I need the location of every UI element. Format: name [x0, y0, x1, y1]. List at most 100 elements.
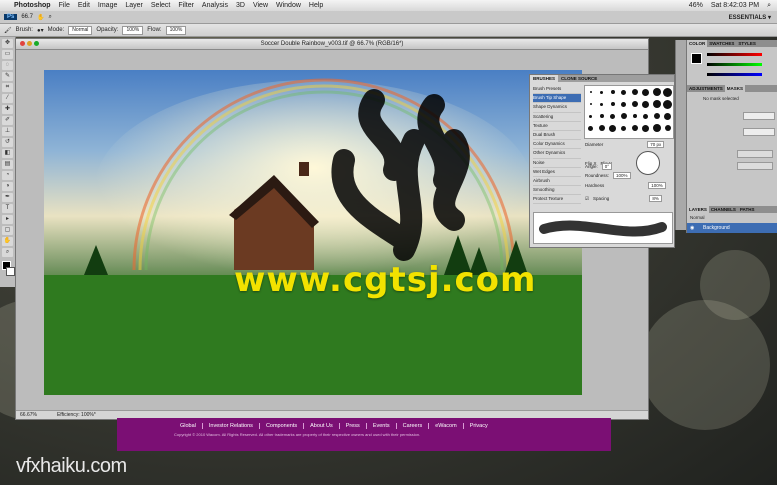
green-slider[interactable] — [707, 63, 762, 66]
flow-field[interactable]: 100% — [165, 25, 187, 35]
roundness-field[interactable]: 100% — [613, 172, 631, 179]
menu-image[interactable]: Image — [98, 2, 117, 9]
footer-link[interactable]: eWacom — [429, 423, 464, 429]
footer-link[interactable]: Components — [260, 423, 305, 429]
brush-tool-icon[interactable]: ✐ — [2, 116, 13, 125]
zoom-window-icon[interactable] — [34, 41, 39, 46]
spacing-checkbox[interactable]: ☑ — [585, 196, 589, 202]
menu-3d[interactable]: 3D — [236, 2, 245, 9]
tab-channels[interactable]: CHANNELS — [709, 206, 738, 213]
menu-analysis[interactable]: Analysis — [202, 2, 228, 9]
footer-link[interactable]: Global — [174, 423, 203, 429]
eye-icon[interactable]: ◉ — [690, 223, 694, 233]
pen-tool-icon[interactable]: ✒ — [2, 193, 13, 202]
brush-option[interactable]: Other Dynamics — [533, 149, 581, 159]
tab-paths[interactable]: PATHS — [738, 206, 757, 213]
close-icon[interactable] — [20, 41, 25, 46]
menu-window[interactable]: Window — [276, 2, 301, 9]
menu-file[interactable]: File — [59, 2, 70, 9]
tab-layers[interactable]: LAYERS — [687, 206, 709, 213]
blue-slider[interactable] — [707, 73, 762, 76]
tab-styles[interactable]: STYLES — [736, 40, 758, 47]
spotlight-icon[interactable]: ⌕ — [767, 2, 771, 10]
zoom-tool-icon[interactable]: ⌕ — [2, 248, 13, 257]
lasso-tool-icon[interactable]: ◌ — [2, 61, 13, 70]
footer-link[interactable]: About Us — [304, 423, 340, 429]
brush-option[interactable]: Smoothing — [533, 186, 581, 196]
tab-masks[interactable]: MASKS — [724, 85, 746, 92]
brush-option[interactable]: Texture — [533, 122, 581, 131]
brush-option[interactable]: Shape Dynamics — [533, 103, 581, 113]
menu-layer[interactable]: Layer — [125, 2, 143, 9]
brush-option[interactable]: Color Dynamics — [533, 140, 581, 150]
eyedropper-tool-icon[interactable]: ⁄ — [2, 94, 13, 103]
footer-link[interactable]: Privacy — [464, 423, 494, 429]
document-titlebar[interactable]: Soccer Double Rainbow_v003.tif @ 66.7% (… — [16, 39, 648, 50]
mode-select[interactable]: Normal — [68, 25, 93, 35]
brush-tool-icon[interactable]: 🖌 — [4, 27, 12, 34]
minimize-icon[interactable] — [27, 41, 32, 46]
tab-adjustments[interactable]: ADJUSTMENTS — [687, 85, 725, 92]
hand-tool-icon[interactable]: ✋ — [2, 237, 13, 246]
red-slider[interactable] — [707, 53, 762, 56]
image-canvas[interactable]: www.cgtsj.com — [44, 70, 582, 395]
angle-roundness-widget[interactable] — [635, 151, 660, 175]
blur-tool-icon[interactable]: ◔ — [2, 171, 13, 180]
stamp-tool-icon[interactable]: ⊥ — [2, 127, 13, 136]
eraser-tool-icon[interactable]: ◧ — [2, 149, 13, 158]
quick-select-tool-icon[interactable]: ✎ — [2, 72, 13, 81]
blend-mode-select[interactable]: Normal — [690, 215, 705, 220]
brush-option[interactable]: Dual Brush — [533, 131, 581, 141]
mask-field[interactable] — [743, 112, 775, 120]
angle-field[interactable]: 0° — [601, 163, 613, 170]
zoom-tool-icon[interactable]: ⌕ — [49, 14, 52, 21]
marquee-tool-icon[interactable]: ▭ — [2, 50, 13, 59]
brush-picker[interactable]: ●▾ — [37, 27, 44, 34]
footer-link[interactable]: Press — [340, 423, 367, 429]
layer-row[interactable]: ◉ Background — [687, 223, 777, 233]
background-color-swatch[interactable] — [6, 267, 15, 276]
crop-tool-icon[interactable]: ⌗ — [2, 83, 13, 92]
opacity-field[interactable]: 100% — [122, 25, 144, 35]
path-select-tool-icon[interactable]: ▸ — [2, 215, 13, 224]
brush-option[interactable]: Scattering — [533, 113, 581, 122]
tab-brushes[interactable]: BRUSHES — [530, 75, 559, 82]
menu-edit[interactable]: Edit — [78, 2, 90, 9]
footer-link[interactable]: Careers — [397, 423, 430, 429]
move-tool-icon[interactable]: ✥ — [2, 39, 13, 48]
color-range-button[interactable] — [737, 162, 773, 170]
efficiency-status[interactable]: Efficiency: 100%* — [57, 411, 96, 419]
gradient-tool-icon[interactable]: ▤ — [2, 160, 13, 169]
footer-link[interactable]: Investor Relations — [203, 423, 260, 429]
zoom-status[interactable]: 66.67% — [20, 411, 37, 419]
color-sliders[interactable] — [687, 47, 777, 85]
hand-tool-icon[interactable]: ✋ — [37, 14, 44, 21]
hardness-field[interactable]: 100% — [648, 182, 666, 189]
diameter-field[interactable]: 70 px — [647, 141, 665, 148]
clock[interactable]: Sat 8:42:03 PM — [711, 2, 759, 10]
menu-view[interactable]: View — [253, 2, 268, 9]
brush-option-selected[interactable]: Brush Tip Shape — [533, 94, 581, 104]
mask-edge-button[interactable] — [737, 150, 773, 158]
healing-tool-icon[interactable]: ✚ — [2, 105, 13, 114]
history-brush-tool-icon[interactable]: ↺ — [2, 138, 13, 147]
workspace-switcher[interactable]: ESSENTIALS ▾ — [729, 14, 771, 21]
menu-help[interactable]: Help — [309, 2, 323, 9]
brush-option[interactable]: Airbrush — [533, 177, 581, 187]
menu-filter[interactable]: Filter — [178, 2, 194, 9]
footer-link[interactable]: Events — [367, 423, 397, 429]
spacing-field[interactable]: 8% — [649, 195, 662, 202]
tab-color[interactable]: COLOR — [687, 40, 708, 47]
mask-field[interactable] — [743, 128, 775, 136]
foreground-color-swatch[interactable] — [691, 53, 702, 64]
zoom-level[interactable]: 66.7 — [21, 14, 33, 20]
dodge-tool-icon[interactable]: ◑ — [2, 182, 13, 191]
brush-option[interactable]: Wet Edges — [533, 168, 581, 177]
brush-option[interactable]: Noise — [533, 159, 581, 168]
brush-option[interactable]: Protect Texture — [533, 195, 581, 205]
brush-option[interactable]: Brush Presets — [533, 85, 581, 95]
menu-select[interactable]: Select — [151, 2, 170, 9]
battery-status[interactable]: 46% — [689, 2, 703, 10]
type-tool-icon[interactable]: T — [2, 204, 13, 213]
app-menu[interactable]: Photoshop — [14, 2, 51, 9]
